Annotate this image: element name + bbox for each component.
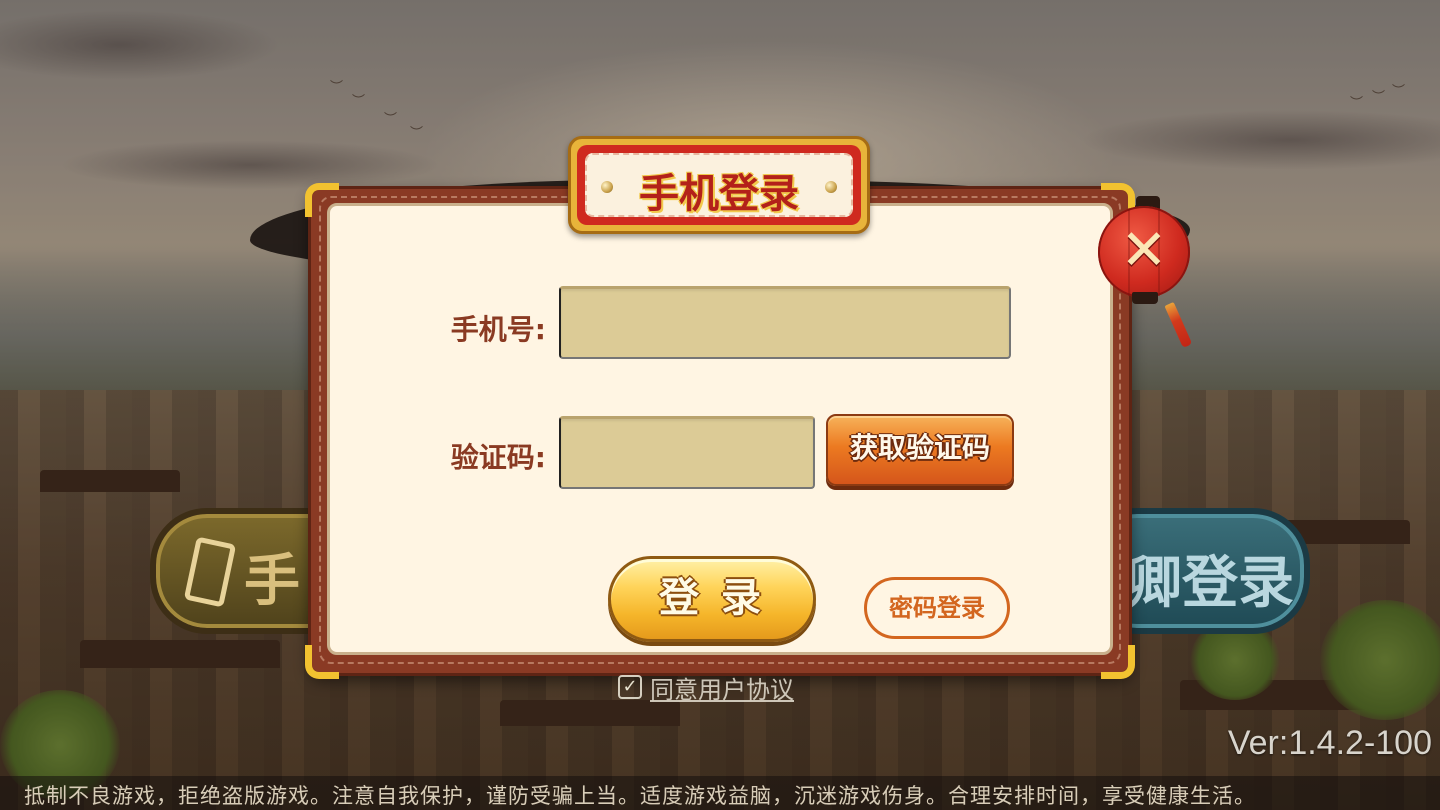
user-agreement: ✓ 同意用户协议	[618, 670, 794, 705]
dialog-title-plaque: 手机登录	[568, 136, 870, 234]
password-login-button[interactable]: 密码登录	[864, 577, 1010, 639]
health-notice-bar: 抵制不良游戏，拒绝盗版游戏。注意自我保护，谨防受骗上当。适度游戏益脑，沉迷游戏伤…	[0, 776, 1440, 810]
lantern-cap	[1132, 292, 1158, 304]
verification-code-label: 验证码:	[450, 441, 546, 474]
login-button[interactable]: 登 录	[608, 556, 816, 642]
verification-code-input[interactable]	[559, 416, 815, 489]
agreement-link[interactable]: 同意用户协议	[650, 670, 794, 705]
agreement-checkbox[interactable]: ✓	[618, 675, 642, 699]
get-code-button[interactable]: 获取验证码	[826, 414, 1014, 486]
tassel	[1164, 301, 1193, 349]
phone-number-label: 手机号:	[450, 313, 546, 346]
wechat-login-label-bg: 卿登录	[1126, 550, 1294, 616]
game-screen: ︶ ︶ ︶ ︶ ︶ ︶ ︶ 手 卿登录 手机登录 手机号: 验证码: 获取验证码…	[0, 0, 1440, 810]
close-button[interactable]: ✕	[1098, 196, 1198, 356]
close-icon: ✕	[1120, 218, 1168, 283]
corner-ornament	[305, 183, 339, 217]
phone-number-input[interactable]	[559, 286, 1011, 359]
dialog-title: 手机登录	[639, 170, 799, 217]
corner-ornament	[305, 645, 339, 679]
health-notice-text: 抵制不良游戏，拒绝盗版游戏。注意自我保护，谨防受骗上当。适度游戏益脑，沉迷游戏伤…	[24, 784, 1256, 808]
version-label: Ver:1.4.2-100	[1227, 724, 1432, 762]
phone-login-label-bg: 手	[244, 548, 300, 614]
phone-icon	[183, 536, 237, 608]
corner-ornament	[1101, 645, 1135, 679]
